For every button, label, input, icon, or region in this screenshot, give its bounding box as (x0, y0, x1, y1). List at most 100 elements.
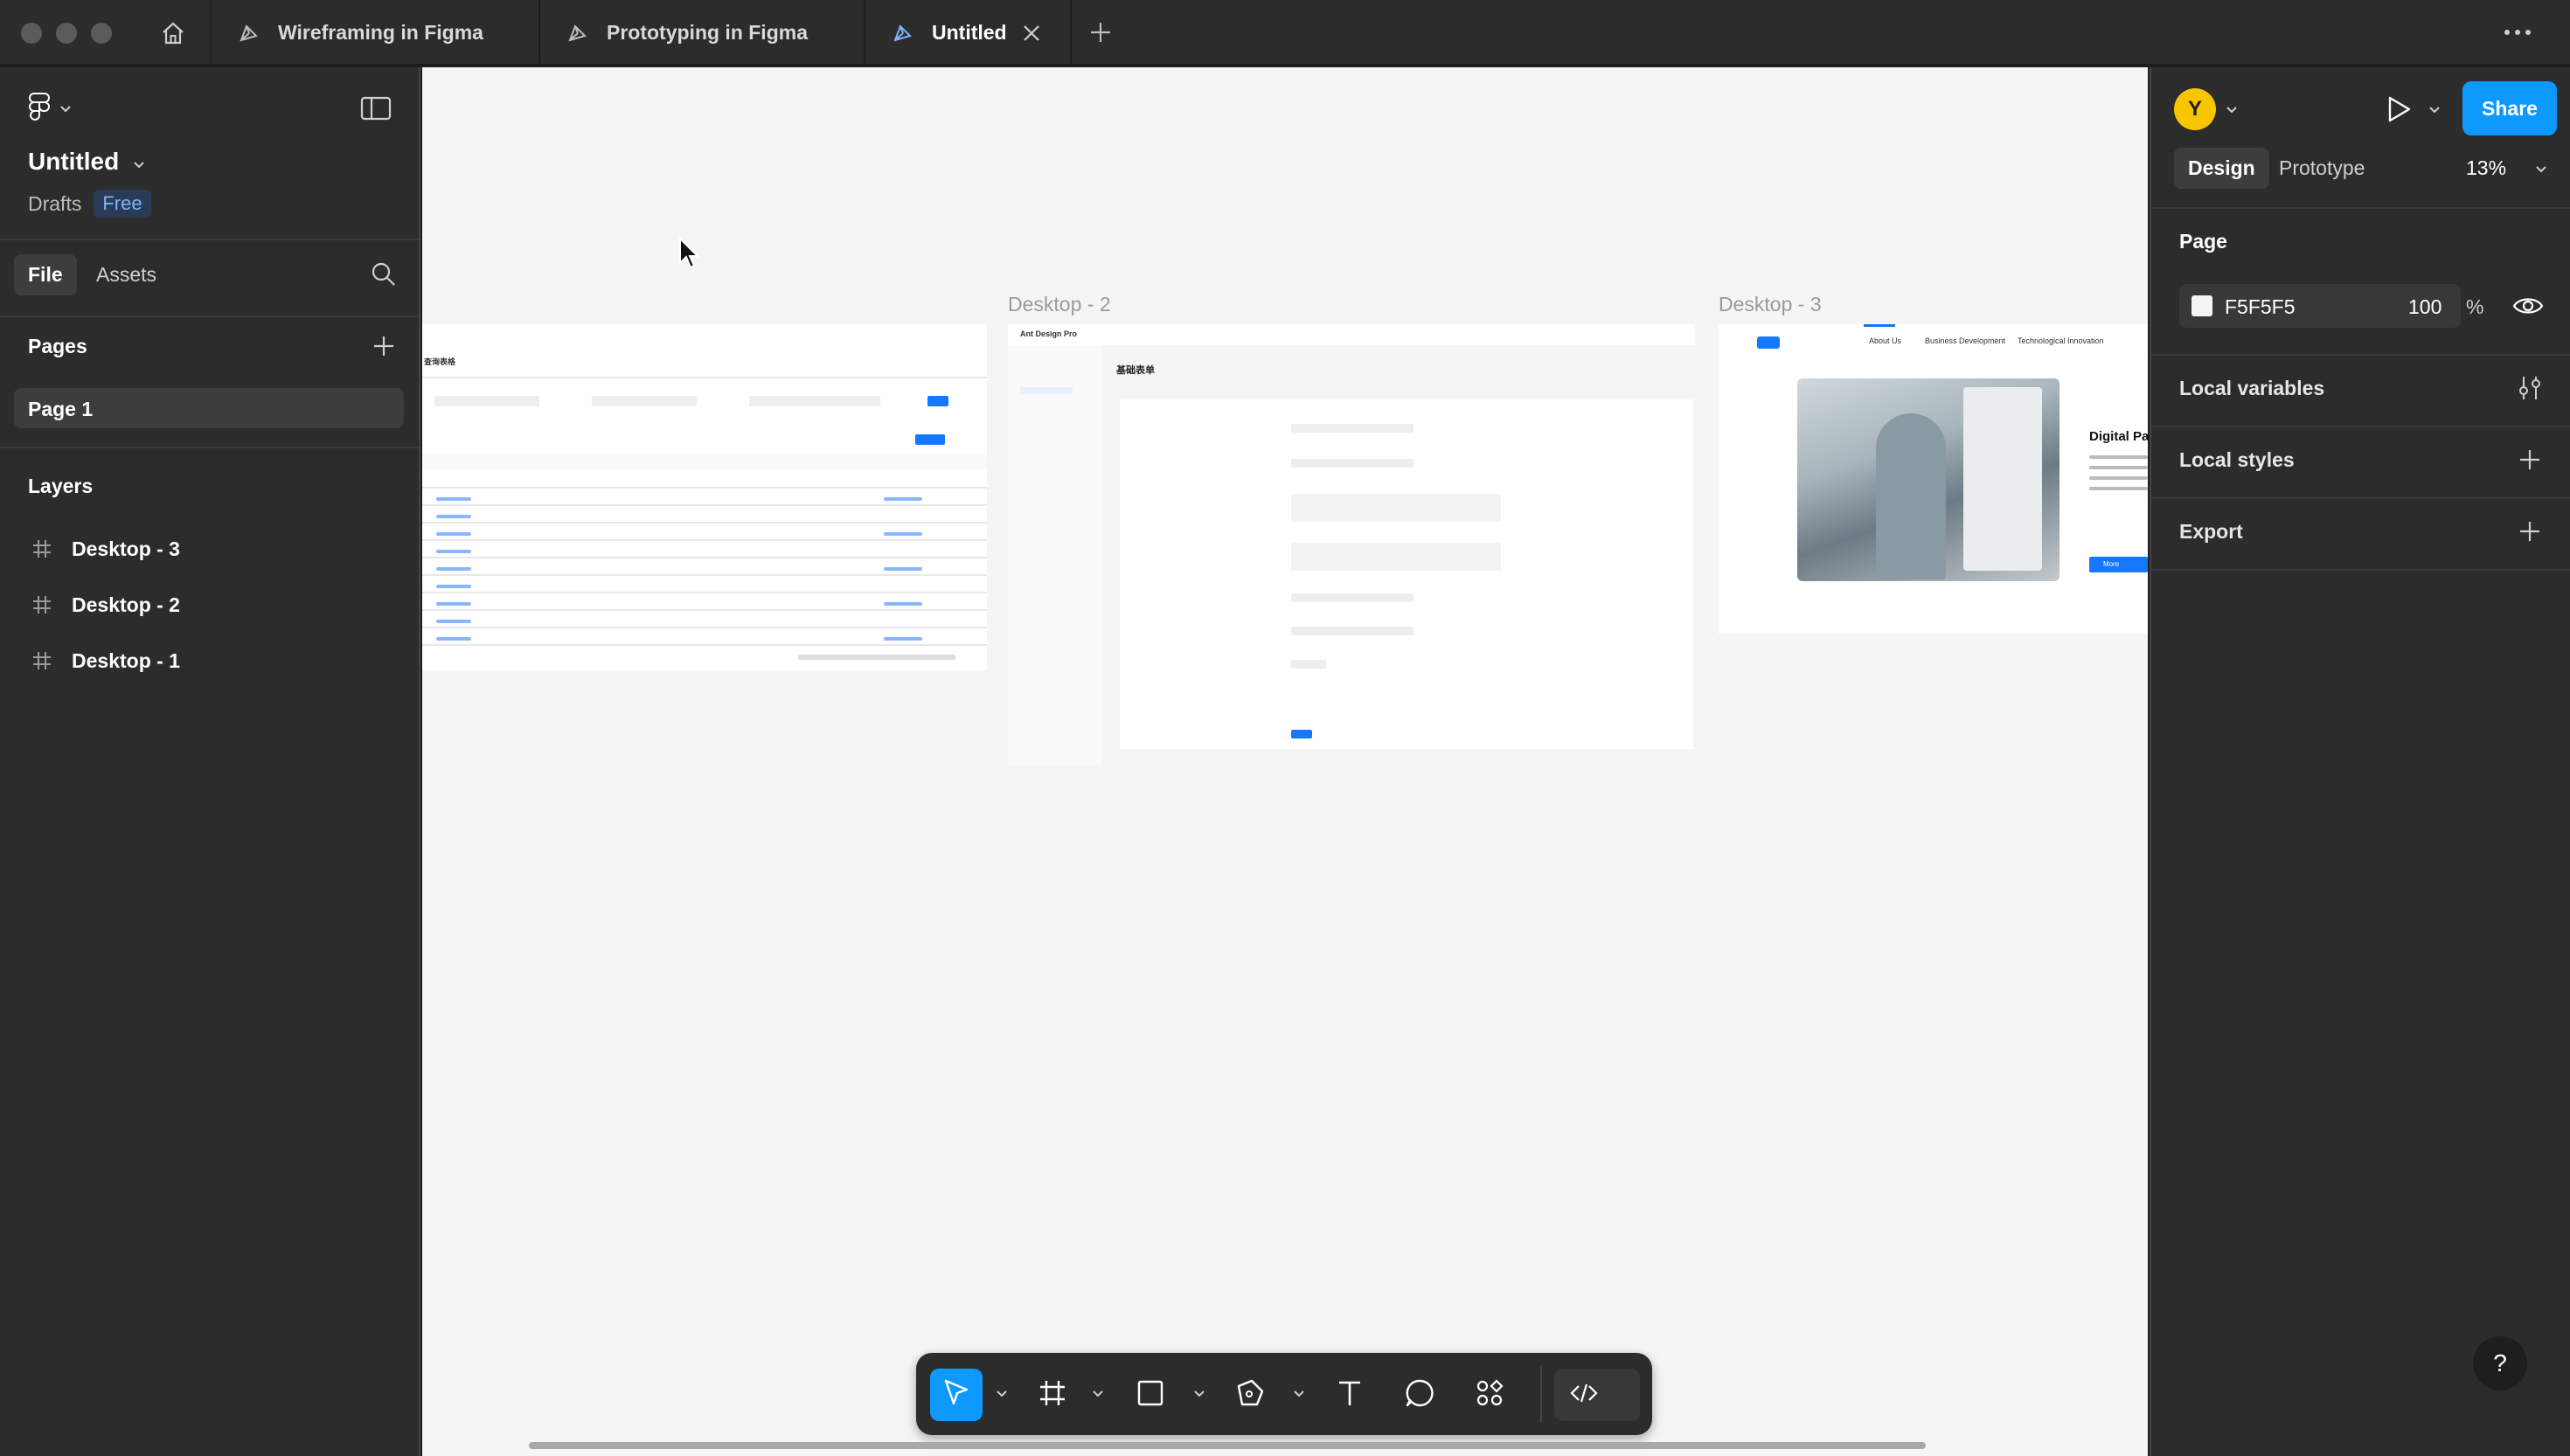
export-heading[interactable]: Export (2179, 520, 2243, 544)
color-hex-input[interactable]: F5F5F5 (2225, 295, 2296, 319)
frame-tool-button[interactable] (1026, 1369, 1079, 1421)
tab-design[interactable]: Design (2174, 148, 2269, 189)
pen-tool-button[interactable] (1224, 1369, 1276, 1421)
form-textarea (1291, 543, 1501, 571)
file-name-button[interactable]: Untitled (28, 148, 145, 176)
frame-icon (31, 594, 52, 615)
horizontal-scrollbar[interactable] (529, 1442, 1926, 1449)
frame-desktop-1[interactable]: 查询表格 (422, 324, 987, 670)
hero-photo (1797, 378, 2059, 581)
comment-tool-button[interactable] (1393, 1369, 1446, 1421)
rectangle-tool-icon (1135, 1377, 1166, 1413)
more-icon[interactable] (2498, 19, 2537, 45)
tab-assets[interactable]: Assets (96, 263, 156, 287)
chevron-down-icon[interactable] (995, 1388, 1009, 1398)
tab-wireframing[interactable]: Wireframing in Figma (210, 0, 538, 66)
row-link (436, 532, 471, 536)
table-row (422, 644, 987, 646)
chevron-down-icon[interactable] (1292, 1388, 1306, 1398)
help-button[interactable]: ? (2473, 1336, 2527, 1390)
present-play-icon[interactable] (2384, 94, 2414, 125)
chevron-down-icon[interactable] (1091, 1388, 1105, 1398)
text-tool-icon (1334, 1377, 1365, 1413)
frame-desktop-2[interactable]: Ant Design Pro 基础表单 (1008, 324, 1695, 765)
zoom-window-button[interactable] (91, 23, 112, 44)
chevron-down-icon[interactable] (2428, 104, 2442, 114)
frame-label-desktop-3[interactable]: Desktop - 3 (1719, 293, 1822, 316)
row-action (884, 567, 922, 571)
pagination (798, 655, 955, 660)
new-tab-icon[interactable] (1086, 17, 1115, 47)
row-action (884, 602, 922, 606)
move-tool-button[interactable] (930, 1369, 983, 1421)
text-tool-button[interactable] (1323, 1369, 1376, 1421)
form-field (1291, 593, 1414, 602)
nav-item: About Us (1869, 336, 1902, 345)
page-color-field[interactable]: F5F5F5 100 % (2179, 284, 2483, 328)
add-style-icon[interactable] (2515, 445, 2545, 475)
local-styles-heading[interactable]: Local styles (2179, 448, 2295, 472)
chevron-down-icon (133, 148, 145, 176)
add-export-icon[interactable] (2515, 517, 2545, 546)
layer-item[interactable]: Desktop - 3 (0, 527, 419, 571)
sidebar-toggle-icon[interactable] (360, 95, 392, 121)
share-button[interactable]: Share (2462, 81, 2557, 135)
drafts-link[interactable]: Drafts (28, 192, 81, 216)
frame-label-desktop-2[interactable]: Desktop - 2 (1008, 293, 1111, 316)
table-row (422, 574, 987, 576)
table-row (422, 592, 987, 593)
opacity-input[interactable]: 100 (2408, 295, 2442, 319)
filter-field (749, 396, 880, 406)
eye-icon[interactable] (2511, 291, 2545, 321)
tab-label: Untitled (932, 21, 1007, 44)
avatar[interactable]: Y (2174, 88, 2216, 130)
percent-label: % (2466, 295, 2484, 318)
layer-item[interactable]: Desktop - 2 (0, 583, 419, 627)
chevron-down-icon[interactable] (2225, 104, 2239, 114)
frame2-brand: Ant Design Pro (1020, 329, 1078, 338)
close-icon[interactable] (1019, 21, 1044, 45)
layer-label: Desktop - 1 (72, 648, 180, 672)
dev-mode-toggle[interactable] (1554, 1369, 1640, 1421)
layer-item[interactable]: Desktop - 1 (0, 639, 419, 683)
ant-group-logo (1757, 336, 1780, 349)
row-link (436, 620, 471, 623)
home-icon[interactable] (156, 16, 191, 51)
canvas[interactable]: 查询表格 Desktop - 2 Ant Design Pro 基础表单 Des… (422, 67, 2148, 1456)
file-location: Drafts Free (28, 190, 151, 218)
table-header (422, 454, 987, 469)
chevron-down-icon[interactable] (1192, 1388, 1206, 1398)
form-textarea (1291, 494, 1501, 522)
form-field (1291, 459, 1414, 468)
tab-prototype[interactable]: Prototype (2279, 156, 2365, 180)
form-field (1291, 660, 1326, 669)
tab-untitled[interactable]: Untitled (864, 0, 1072, 66)
frame2-header (1008, 324, 1695, 345)
layer-label: Desktop - 2 (72, 593, 180, 616)
variables-settings-icon[interactable] (2515, 373, 2545, 403)
frame-desktop-3[interactable]: About Us Business Development Technologi… (1719, 324, 2148, 634)
table-row (422, 627, 987, 628)
actions-icon (1474, 1377, 1505, 1413)
color-swatch[interactable] (2191, 295, 2212, 316)
hero-text-line (2089, 455, 2148, 459)
actions-tool-button[interactable] (1463, 1369, 1516, 1421)
filter-field (434, 396, 539, 406)
search-icon[interactable] (369, 260, 399, 289)
tab-file[interactable]: File (14, 254, 77, 295)
row-link (436, 585, 471, 588)
divider (422, 377, 987, 378)
local-variables-heading[interactable]: Local variables (2179, 377, 2324, 400)
chevron-down-icon[interactable] (2534, 163, 2548, 174)
main-menu-button[interactable] (28, 92, 84, 127)
rectangle-tool-button[interactable] (1124, 1369, 1177, 1421)
row-link (436, 637, 471, 641)
tab-prototyping[interactable]: Prototyping in Figma (538, 0, 864, 66)
zoom-level[interactable]: 13% (2466, 156, 2506, 180)
close-window-button[interactable] (21, 23, 42, 44)
page-item[interactable]: Page 1 (14, 388, 404, 428)
minimize-window-button[interactable] (56, 23, 77, 44)
code-icon (1568, 1377, 1600, 1413)
hero-text-line (2089, 466, 2148, 469)
add-page-icon[interactable] (369, 331, 399, 361)
